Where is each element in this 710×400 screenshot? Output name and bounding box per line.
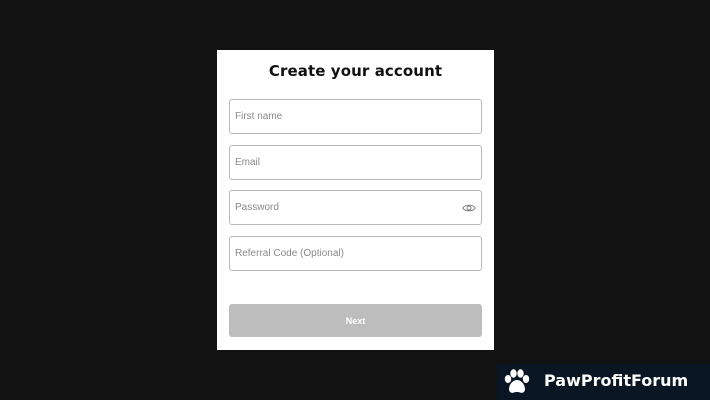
page-title: Create your account [268, 62, 443, 80]
paw-icon [504, 369, 530, 393]
first-name-field[interactable] [229, 99, 482, 134]
referral-code-input[interactable] [230, 237, 481, 270]
referral-code-field[interactable] [229, 236, 482, 271]
eye-icon[interactable] [462, 201, 476, 215]
password-input[interactable] [230, 191, 481, 224]
watermark-text: PawProfitForum [544, 371, 689, 390]
signup-card: Create your account Next [217, 50, 494, 350]
first-name-input[interactable] [230, 100, 481, 133]
password-field[interactable] [229, 190, 482, 225]
email-input[interactable] [230, 146, 481, 179]
next-button[interactable]: Next [229, 304, 482, 337]
watermark-banner: PawProfitForum [497, 364, 710, 400]
email-field[interactable] [229, 145, 482, 180]
